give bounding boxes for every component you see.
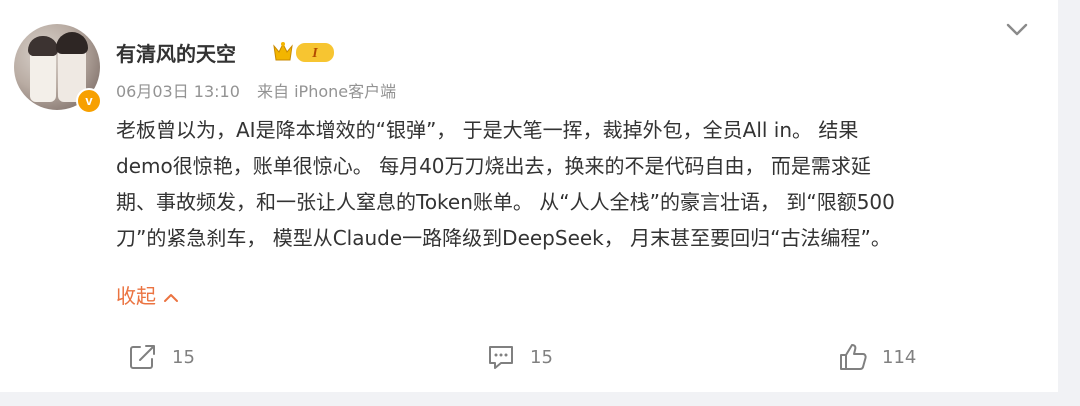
username[interactable]: 有清风的天空 <box>116 38 236 67</box>
post-text-line: 刀”的紧急刹车， 模型从Claude一路降级到DeepSeek， 月末甚至要回归… <box>116 226 891 250</box>
verified-badge-icon: v <box>76 88 102 114</box>
post-date[interactable]: 06月03日 13:10 <box>116 82 240 101</box>
post-text: 老板曾以为，AI是降本增效的“银弹”， 于是大笔一挥，裁掉外包，全员All in… <box>116 112 1016 256</box>
post-source: 来自 iPhone客户端 <box>257 82 397 101</box>
collapse-link[interactable]: 收起 <box>116 278 180 314</box>
vip-level: I <box>311 46 318 61</box>
thumbs-up-icon <box>840 344 867 370</box>
like-button[interactable]: 114 <box>838 342 916 372</box>
repost-button[interactable]: 15 <box>128 342 195 372</box>
post-text-line: demo很惊艳，账单很惊心。 每月40万刀烧出去，换来的不是代码自由， 而是需求… <box>116 154 871 178</box>
chevron-up-icon <box>164 293 179 302</box>
post-meta: 06月03日 13:10 来自 iPhone客户端 <box>116 78 408 102</box>
vip-crown-icon[interactable]: I <box>272 40 336 64</box>
comment-button[interactable]: 15 <box>486 342 553 372</box>
comment-icon <box>489 346 513 369</box>
like-count: 114 <box>882 346 917 368</box>
comment-count: 15 <box>530 346 553 368</box>
share-icon <box>130 345 155 369</box>
collapse-label: 收起 <box>116 284 156 308</box>
post-text-line: 期、事故频发，和一张让人窒息的Token账单。 从“人人全栈”的豪言壮语， 到“… <box>116 190 895 214</box>
repost-count: 15 <box>172 346 195 368</box>
post-text-line: 老板曾以为，AI是降本增效的“银弹”， 于是大笔一挥，裁掉外包，全员All in… <box>116 118 859 142</box>
post-card: v 有清风的天空 I 06月03日 13:10 来自 iPhone客户端 老板曾… <box>0 0 1058 392</box>
chevron-down-icon[interactable] <box>1004 18 1030 40</box>
